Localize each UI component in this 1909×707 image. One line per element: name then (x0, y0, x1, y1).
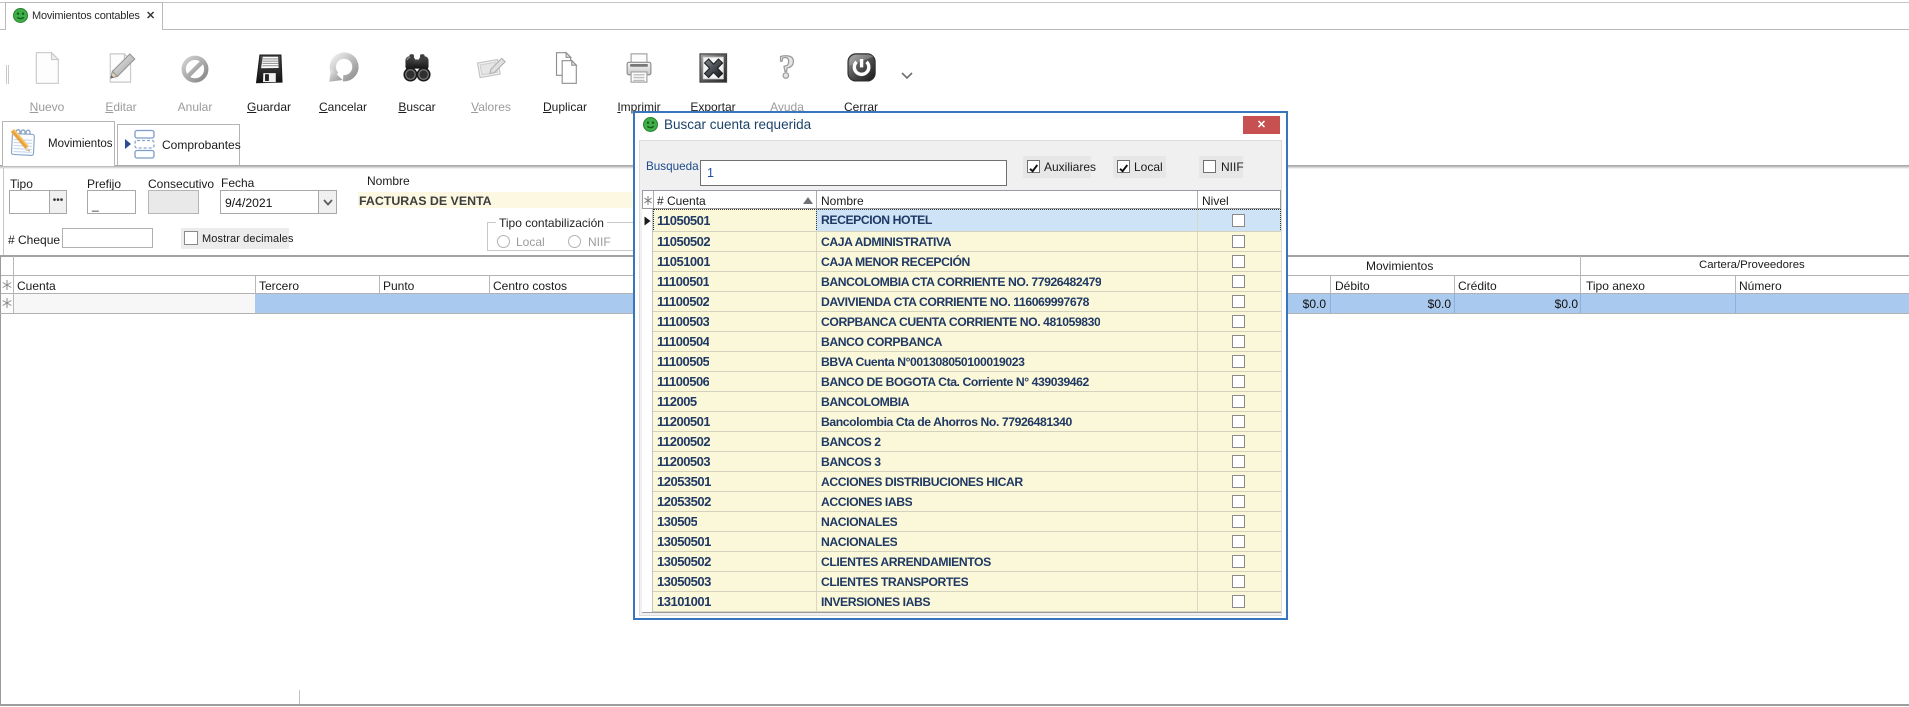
svg-text:?: ? (779, 50, 796, 86)
